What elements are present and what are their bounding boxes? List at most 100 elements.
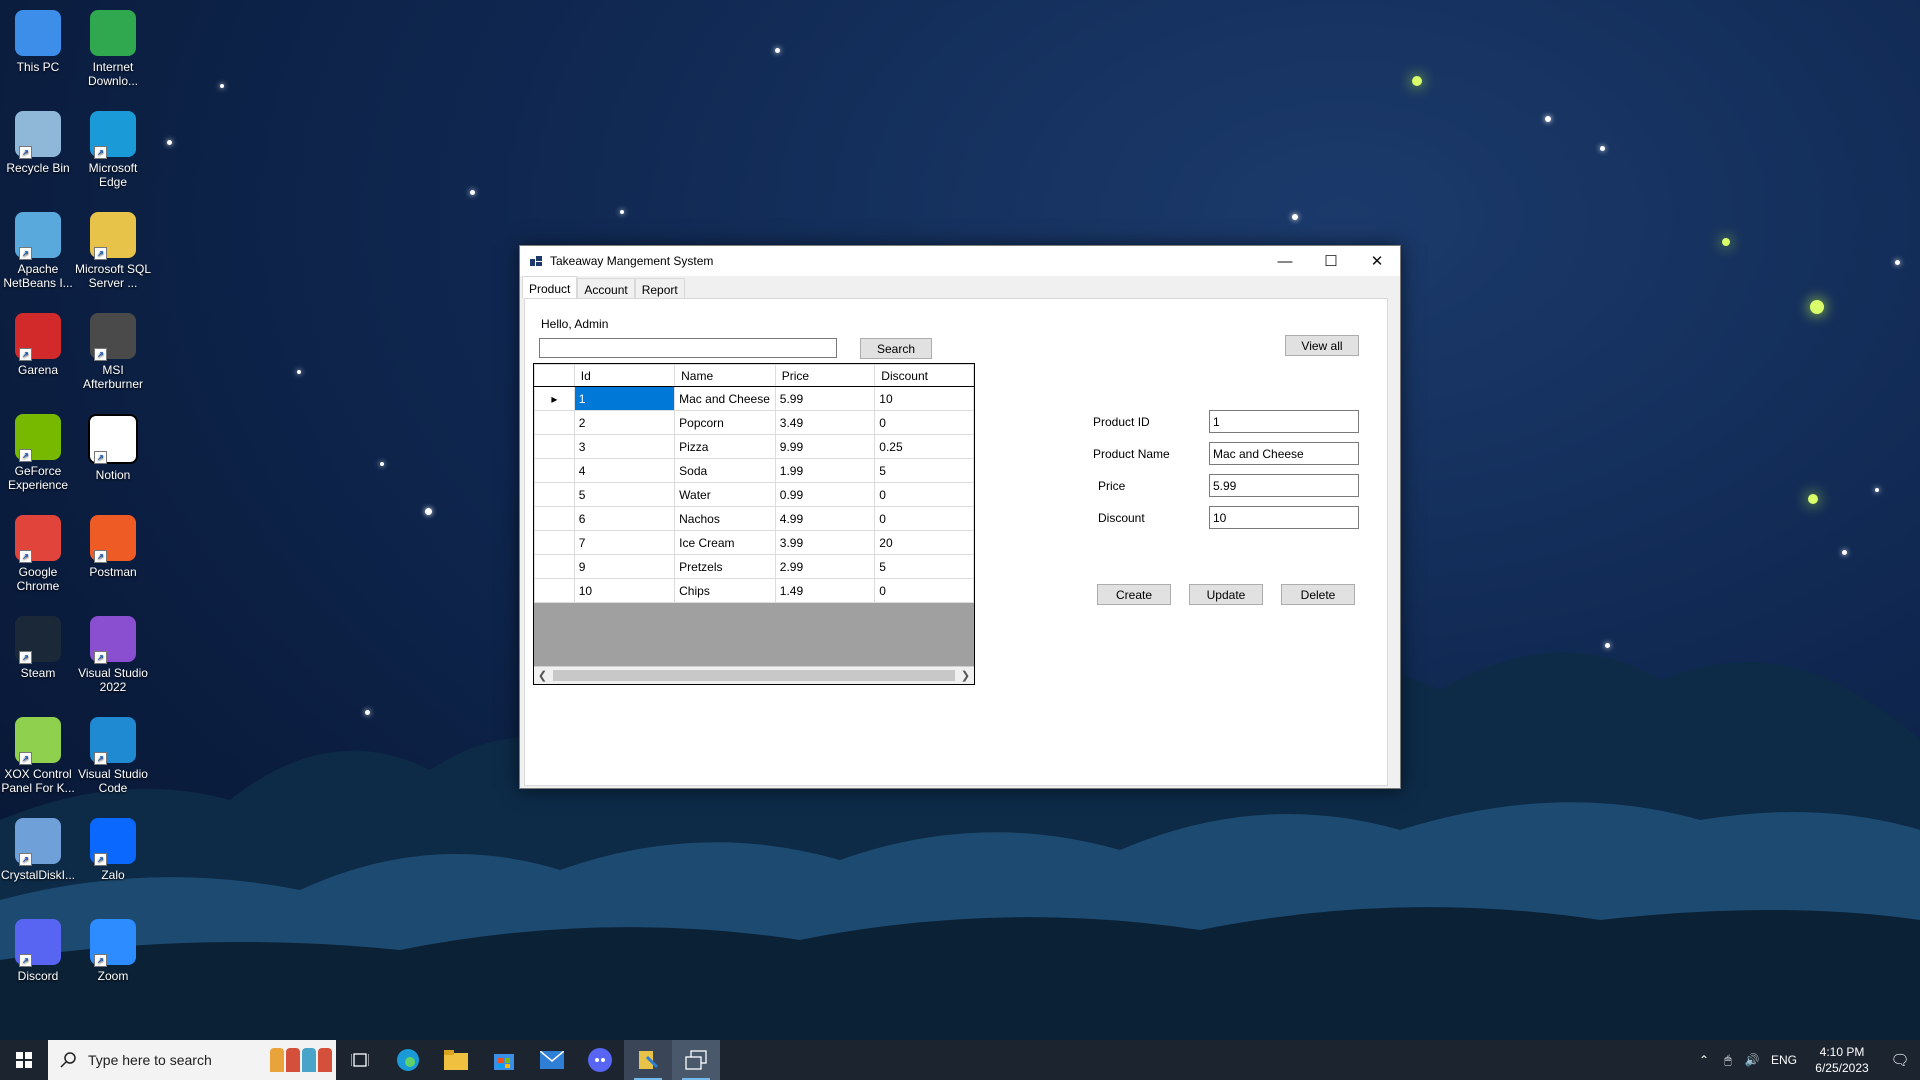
discount-field[interactable] (1209, 506, 1359, 529)
grid-cell[interactable]: 2 (573, 410, 676, 435)
grid-cell[interactable]: 5 (573, 482, 676, 507)
grid-cell[interactable]: 6 (573, 506, 676, 531)
table-row[interactable]: ▸ 1 Mac and Cheese 5.99 10 (534, 386, 974, 411)
grid-cell[interactable]: Soda (674, 458, 776, 483)
taskbar-file-explorer[interactable] (432, 1040, 480, 1080)
grid-cell[interactable]: Pizza (674, 434, 776, 459)
chevron-up-icon[interactable]: ⌃ (1692, 1053, 1716, 1067)
language-indicator[interactable]: ENG (1764, 1053, 1804, 1067)
desktop-shortcut[interactable]: ↗ Microsoft Edge (74, 107, 152, 189)
grid-cell[interactable]: 20 (874, 530, 974, 555)
product-id-field[interactable] (1209, 410, 1359, 433)
row-header[interactable] (534, 482, 575, 507)
row-header[interactable] (534, 506, 575, 531)
column-header-name[interactable]: Name (674, 364, 776, 387)
search-button[interactable]: Search (860, 338, 932, 359)
desktop-shortcut[interactable]: ↗ XOX Control Panel For K... (0, 713, 77, 795)
tab-report[interactable]: Report (634, 278, 685, 298)
taskbar-store[interactable] (480, 1040, 528, 1080)
row-header[interactable] (534, 578, 575, 603)
desktop-shortcut[interactable]: This PC (0, 6, 77, 74)
grid-cell[interactable]: 1 (573, 386, 676, 411)
grid-cell[interactable]: 5.99 (774, 386, 876, 411)
grid-cell[interactable]: 0 (874, 482, 974, 507)
grid-cell[interactable]: 0 (874, 578, 974, 603)
grid-cell[interactable]: 3 (573, 434, 676, 459)
grid-cell[interactable]: 0.99 (774, 482, 876, 507)
row-header[interactable]: ▸ (534, 386, 575, 411)
table-row[interactable]: 5 Water 0.99 0 (534, 482, 974, 507)
desktop-shortcut[interactable]: ↗ Garena (0, 309, 77, 377)
row-header[interactable] (534, 458, 575, 483)
taskbar-takeaway-app[interactable] (672, 1040, 720, 1080)
table-row[interactable]: 4 Soda 1.99 5 (534, 458, 974, 483)
grid-cell[interactable]: 3.49 (774, 410, 876, 435)
grid-cell[interactable]: Nachos (674, 506, 776, 531)
taskbar-mail[interactable] (528, 1040, 576, 1080)
grid-cell[interactable]: Popcorn (674, 410, 776, 435)
desktop-shortcut[interactable]: ↗ CrystalDiskI... (0, 814, 77, 882)
grid-cell[interactable]: Water (674, 482, 776, 507)
scroll-right-icon[interactable]: ❯ (957, 669, 974, 682)
view-all-button[interactable]: View all (1285, 335, 1359, 356)
start-button[interactable] (0, 1040, 48, 1080)
grid-cell[interactable]: 4.99 (774, 506, 876, 531)
grid-cell[interactable]: 0 (874, 410, 974, 435)
desktop-shortcut[interactable]: ↗ Notion (74, 410, 152, 482)
volume-icon[interactable]: 🔊 (1740, 1053, 1764, 1067)
desktop-shortcut[interactable]: ↗ Apache NetBeans I... (0, 208, 77, 290)
update-button[interactable]: Update (1189, 584, 1263, 605)
grid-cell[interactable]: 2.99 (774, 554, 876, 579)
horizontal-scrollbar[interactable]: ❮ ❯ (534, 666, 974, 684)
desktop-shortcut[interactable]: ↗ Microsoft SQL Server ... (74, 208, 152, 290)
taskbar-edge[interactable] (384, 1040, 432, 1080)
notification-icon[interactable]: 🗨 (1880, 1051, 1920, 1069)
close-button[interactable]: ✕ (1354, 246, 1400, 276)
desktop-shortcut[interactable]: ↗ Zalo (74, 814, 152, 882)
column-header-price[interactable]: Price (774, 364, 876, 387)
table-row[interactable]: 2 Popcorn 3.49 0 (534, 410, 974, 435)
scroll-left-icon[interactable]: ❮ (534, 669, 551, 682)
grid-cell[interactable]: 4 (573, 458, 676, 483)
desktop-shortcut[interactable]: ↗ GeForce Experience (0, 410, 77, 492)
desktop-shortcut[interactable]: ↗ Visual Studio Code (74, 713, 152, 795)
desktop-shortcut[interactable]: ↗ Recycle Bin (0, 107, 77, 175)
row-header[interactable] (534, 434, 575, 459)
desktop-shortcut[interactable]: ↗ Visual Studio 2022 (74, 612, 152, 694)
grid-cell[interactable]: 10 (874, 386, 974, 411)
desktop-shortcut[interactable]: Internet Downlo... (74, 6, 152, 88)
desktop-shortcut[interactable]: ↗ Zoom (74, 915, 152, 983)
row-header[interactable] (534, 530, 575, 555)
table-row[interactable]: 10 Chips 1.49 0 (534, 578, 974, 603)
column-header-id[interactable]: Id (573, 364, 676, 387)
row-header[interactable] (534, 410, 575, 435)
grid-cell[interactable]: 7 (573, 530, 676, 555)
clock[interactable]: 4:10 PM 6/25/2023 (1804, 1044, 1880, 1076)
grid-cell[interactable]: Chips (674, 578, 776, 603)
grid-cell[interactable]: 9 (573, 554, 676, 579)
taskbar-sql-server[interactable] (624, 1040, 672, 1080)
search-input[interactable] (539, 338, 837, 358)
grid-cell[interactable]: 5 (874, 458, 974, 483)
desktop-shortcut[interactable]: ↗ Steam (0, 612, 77, 680)
product-name-field[interactable] (1209, 442, 1359, 465)
table-row[interactable]: 9 Pretzels 2.99 5 (534, 554, 974, 579)
desktop-shortcut[interactable]: ↗ Discord (0, 915, 77, 983)
create-button[interactable]: Create (1097, 584, 1171, 605)
minimize-button[interactable]: — (1262, 246, 1308, 276)
grid-cell[interactable]: 0 (874, 506, 974, 531)
grid-cell[interactable]: 1.49 (774, 578, 876, 603)
product-grid[interactable]: Id Name Price Discount ▸ 1 Mac and Cheese 5… (533, 363, 975, 685)
tab-account[interactable]: Account (577, 278, 635, 298)
grid-cell[interactable]: 5 (874, 554, 974, 579)
grid-cell[interactable]: 3.99 (774, 530, 876, 555)
desktop-shortcut[interactable]: ↗ Google Chrome (0, 511, 77, 593)
grid-cell[interactable]: 9.99 (774, 434, 876, 459)
tab-product[interactable]: Product (522, 276, 578, 298)
table-row[interactable]: 7 Ice Cream 3.99 20 (534, 530, 974, 555)
grid-cell[interactable]: Pretzels (674, 554, 776, 579)
grid-cell[interactable]: 1.99 (774, 458, 876, 483)
delete-button[interactable]: Delete (1281, 584, 1355, 605)
table-row[interactable]: 3 Pizza 9.99 0.25 (534, 434, 974, 459)
desktop-shortcut[interactable]: ↗ MSI Afterburner (74, 309, 152, 391)
